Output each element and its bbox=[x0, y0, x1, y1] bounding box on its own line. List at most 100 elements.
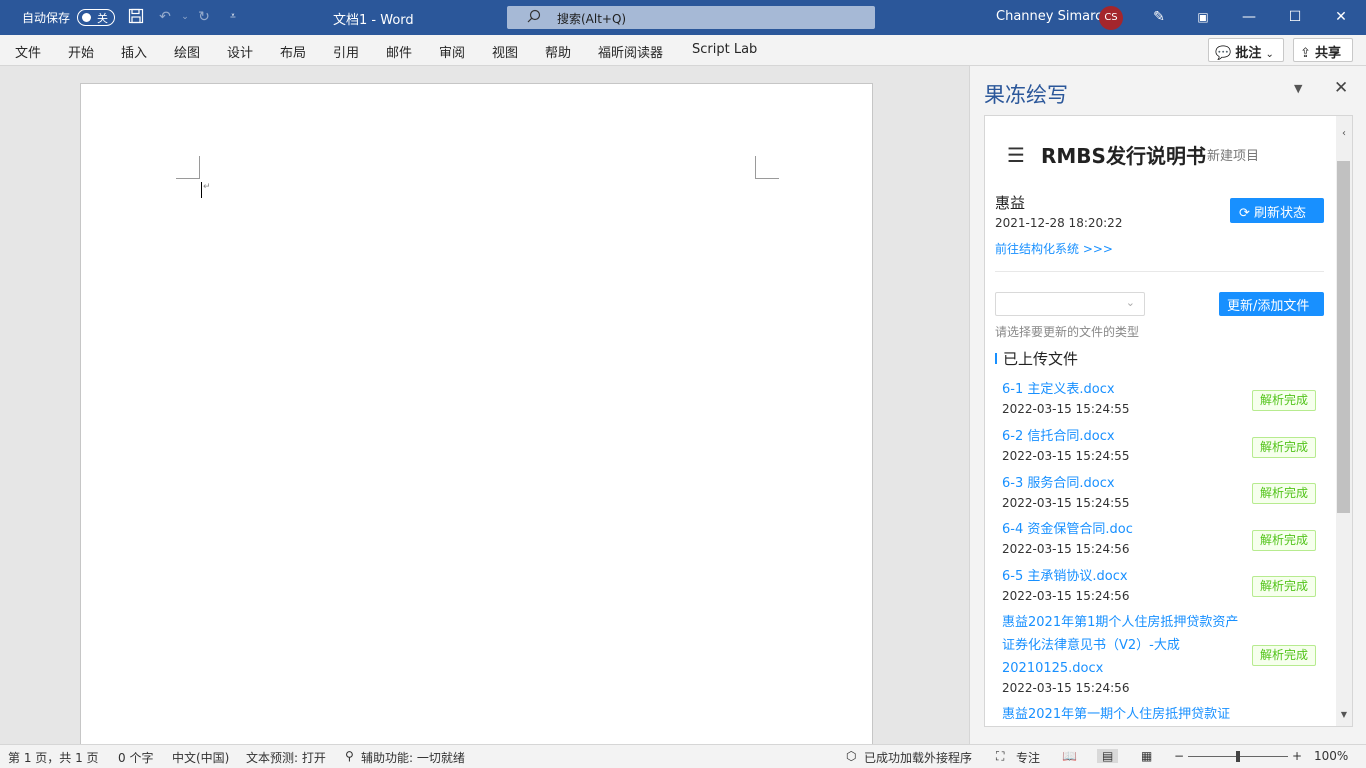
document-page[interactable]: ↵ bbox=[80, 83, 873, 753]
chevron-down-icon: ⌄ bbox=[1125, 296, 1135, 309]
accessibility-icon: ⚲ bbox=[345, 749, 354, 763]
zoom-in-icon[interactable]: + bbox=[1292, 749, 1302, 763]
tab-layout[interactable]: 布局 bbox=[280, 42, 306, 61]
search-box[interactable]: 搜索(Alt+Q) bbox=[507, 6, 875, 29]
undo-icon[interactable]: ↶ bbox=[156, 8, 174, 26]
new-project-link[interactable]: 新建项目 bbox=[1207, 145, 1259, 164]
comments-button[interactable]: 💬 批注 ⌄ bbox=[1208, 38, 1284, 62]
redo-icon[interactable]: ↻ bbox=[195, 8, 213, 26]
update-add-file-button[interactable]: 更新/添加文件 bbox=[1219, 292, 1324, 316]
close-icon[interactable]: ✕ bbox=[1318, 0, 1364, 35]
select-hint: 请选择要更新的文件的类型 bbox=[995, 325, 1140, 339]
list-item: 惠益2021年第一期个人住房抵押贷款证 bbox=[1002, 703, 1322, 726]
tab-file[interactable]: 文件 bbox=[15, 42, 41, 61]
avatar[interactable]: CS bbox=[1099, 6, 1123, 30]
title-bar: 自动保存 关 ↶ ⌄ ↻ ⩡ 文档1 - Word 搜索(Alt+Q) Chan… bbox=[0, 0, 1366, 35]
scroll-thumb[interactable] bbox=[1337, 161, 1350, 513]
tab-references[interactable]: 引用 bbox=[333, 42, 359, 61]
read-mode-icon[interactable]: 📖 bbox=[1062, 749, 1077, 763]
status-badge: 解析完成 bbox=[1252, 437, 1316, 458]
status-badge: 解析完成 bbox=[1252, 483, 1316, 504]
page-count[interactable]: 第 1 页，共 1 页 bbox=[8, 749, 99, 766]
pane-close-icon[interactable]: ✕ bbox=[1334, 78, 1348, 98]
toggle-knob bbox=[82, 13, 91, 22]
web-layout-icon[interactable]: ▦ bbox=[1141, 749, 1152, 763]
tab-insert[interactable]: 插入 bbox=[121, 42, 147, 61]
refresh-label: 刷新状态 bbox=[1254, 206, 1307, 221]
refresh-status-button[interactable]: ⟳ 刷新状态 bbox=[1230, 198, 1324, 223]
addins-status[interactable]: 已成功加载外接程序 bbox=[864, 749, 972, 766]
comment-icon: 💬 bbox=[1215, 46, 1232, 61]
search-placeholder: 搜索(Alt+Q) bbox=[557, 12, 627, 26]
autosave-toggle[interactable]: 关 bbox=[77, 9, 115, 26]
addin-icon: ⬡ bbox=[846, 749, 857, 763]
tab-view[interactable]: 视图 bbox=[492, 42, 518, 61]
file-name-line: 惠益2021年第1期个人住房抵押贷款资产 bbox=[1002, 615, 1239, 630]
file-name-link[interactable]: 惠益2021年第一期个人住房抵押贷款证 bbox=[1002, 703, 1322, 726]
menu-icon[interactable]: ☰ bbox=[1007, 143, 1025, 167]
status-badge: 解析完成 bbox=[1252, 645, 1316, 666]
status-badge: 解析完成 bbox=[1252, 390, 1316, 411]
maximize-icon[interactable]: ☐ bbox=[1272, 0, 1318, 35]
share-label: 共享 bbox=[1315, 46, 1342, 61]
refresh-icon: ⟳ bbox=[1239, 206, 1250, 221]
tab-design[interactable]: 设计 bbox=[227, 42, 253, 61]
document-area: ↵ bbox=[0, 66, 969, 753]
text-cursor bbox=[201, 182, 202, 198]
ribbon-tabs: 文件 开始 插入 绘图 设计 布局 引用 邮件 审阅 视图 帮助 福昕阅读器 S… bbox=[0, 35, 1366, 66]
tab-draw[interactable]: 绘图 bbox=[174, 42, 200, 61]
undo-dropdown-icon[interactable]: ⌄ bbox=[176, 8, 194, 26]
chevron-down-icon: ⌄ bbox=[1265, 49, 1274, 60]
user-name[interactable]: Channey Simarc bbox=[996, 9, 1102, 24]
task-pane: 果冻绘写 ▼ ✕ ☰ RMBS发行说明书 新建项目 惠益 2021-12-28 … bbox=[969, 66, 1366, 744]
margin-mark-right bbox=[755, 156, 779, 179]
uploaded-files-heading: 已上传文件 bbox=[1003, 350, 1079, 368]
save-icon[interactable] bbox=[127, 8, 145, 26]
scroll-up-icon[interactable]: ‹ bbox=[1336, 128, 1352, 142]
status-badge: 解析完成 bbox=[1252, 576, 1316, 597]
zoom-out-icon[interactable]: − bbox=[1174, 749, 1184, 763]
comments-label: 批注 bbox=[1235, 46, 1262, 61]
tab-help[interactable]: 帮助 bbox=[545, 42, 571, 61]
document-title: 文档1 - Word bbox=[333, 13, 414, 28]
ribbon-display-icon[interactable]: ▣ bbox=[1180, 0, 1226, 35]
zoom-level[interactable]: 100% bbox=[1314, 749, 1348, 763]
zoom-slider-thumb[interactable] bbox=[1236, 751, 1240, 762]
margin-mark-left-v bbox=[199, 156, 200, 179]
share-icon: ⇪ bbox=[1300, 46, 1311, 61]
file-date: 2022-03-15 15:24:56 bbox=[1002, 681, 1130, 695]
divider bbox=[995, 271, 1324, 272]
tab-home[interactable]: 开始 bbox=[68, 42, 94, 61]
tab-foxit-reader[interactable]: 福昕阅读器 bbox=[598, 42, 663, 61]
addin-frame: ☰ RMBS发行说明书 新建项目 惠益 2021-12-28 18:20:22 … bbox=[984, 115, 1353, 727]
paragraph-mark-icon: ↵ bbox=[203, 182, 211, 192]
pane-scrollbar[interactable]: ‹ ▼ bbox=[1336, 116, 1352, 726]
section-accent-bar bbox=[995, 353, 997, 364]
designer-pen-icon[interactable]: ✎ bbox=[1150, 8, 1168, 26]
project-datetime: 2021-12-28 18:20:22 bbox=[995, 216, 1123, 230]
tab-script-lab[interactable]: Script Lab bbox=[692, 42, 757, 57]
scroll-down-icon[interactable]: ▼ bbox=[1336, 710, 1352, 724]
focus-icon: ⛶ bbox=[996, 749, 1005, 763]
tab-review[interactable]: 审阅 bbox=[439, 42, 465, 61]
minimize-icon[interactable]: — bbox=[1226, 0, 1272, 35]
share-button[interactable]: ⇪ 共享 bbox=[1293, 38, 1353, 62]
status-badge: 解析完成 bbox=[1252, 530, 1316, 551]
margin-mark-left bbox=[176, 178, 200, 179]
focus-mode[interactable]: 专注 bbox=[1016, 749, 1040, 766]
tab-mailings[interactable]: 邮件 bbox=[386, 42, 412, 61]
customize-toolbar-icon[interactable]: ⩡ bbox=[224, 8, 242, 26]
goto-structured-link[interactable]: 前往结构化系统 >>> bbox=[995, 240, 1113, 257]
print-layout-icon[interactable]: ▤ bbox=[1097, 749, 1119, 763]
file-type-select[interactable]: ⌄ bbox=[995, 292, 1145, 316]
organization-name: 惠益 bbox=[995, 194, 1026, 212]
pane-title: 果冻绘写 bbox=[984, 83, 1068, 107]
project-title: RMBS发行说明书 bbox=[1041, 144, 1206, 168]
language[interactable]: 中文(中国) bbox=[172, 749, 229, 766]
search-icon bbox=[527, 9, 541, 26]
autosave-label: 自动保存 bbox=[22, 11, 71, 25]
accessibility-status[interactable]: 辅助功能: 一切就绪 bbox=[361, 749, 465, 766]
text-predictions[interactable]: 文本预测: 打开 bbox=[246, 749, 326, 766]
pane-options-icon[interactable]: ▼ bbox=[1294, 82, 1302, 95]
word-count[interactable]: 0 个字 bbox=[118, 749, 153, 766]
